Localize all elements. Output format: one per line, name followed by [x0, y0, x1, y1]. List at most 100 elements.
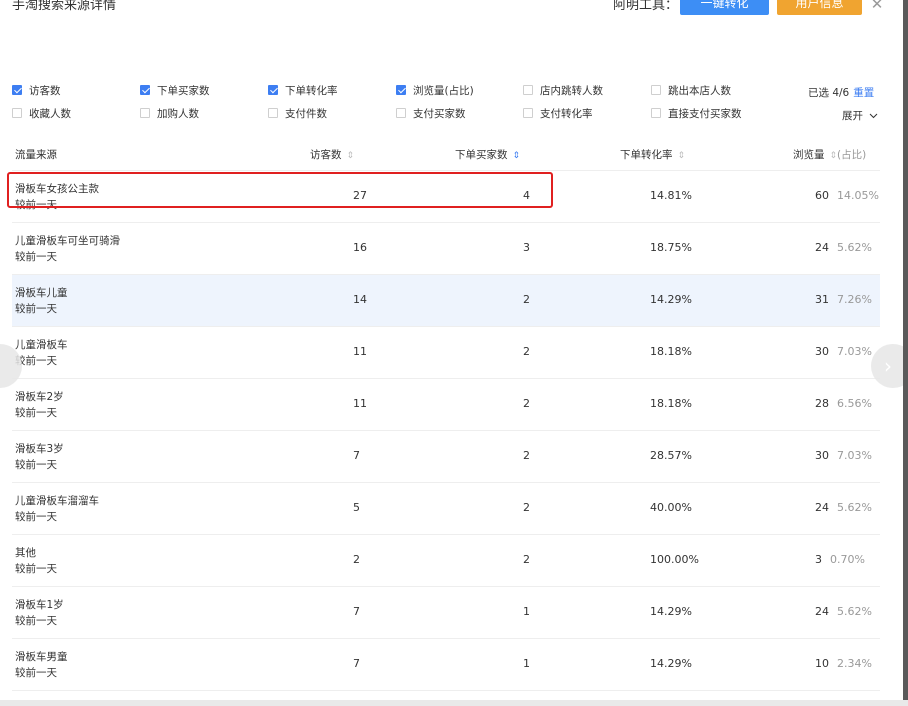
filter-pay-rate[interactable]: 支付转化率	[523, 106, 593, 120]
table-row[interactable]: 儿童滑板车 较前一天 11 2 18.18% 30 7.03%	[12, 327, 880, 379]
col-source: 流量来源	[15, 149, 57, 161]
views-value: 3	[815, 553, 822, 566]
convert-button[interactable]: 一键转化	[680, 0, 769, 15]
window-edge-bottom	[0, 700, 908, 706]
source-cell: 滑板车3岁 较前一天	[15, 441, 64, 473]
checkbox-icon	[396, 108, 406, 118]
filter-paid-buyers[interactable]: 支付买家数	[396, 106, 466, 120]
table-row[interactable]: 滑板车男童 较前一天 7 1 14.29% 10 2.34%	[12, 639, 880, 691]
col-label: 访客数	[310, 149, 342, 161]
checkbox-icon	[523, 108, 533, 118]
filter-label: 加购人数	[157, 107, 199, 120]
table-row[interactable]: 儿童滑板车可坐可骑滑 较前一天 16 3 18.75% 24 5.62%	[12, 223, 880, 275]
views-cell: 24 5.62%	[815, 241, 872, 254]
checkbox-icon	[140, 85, 150, 95]
checkbox-icon	[12, 85, 22, 95]
col-order-rate[interactable]: 下单转化率 ⇕	[620, 147, 685, 162]
filter-add-cart[interactable]: 加购人数	[140, 106, 199, 120]
filter-visitors[interactable]: 访客数	[12, 83, 61, 97]
views-value: 60	[815, 189, 829, 202]
views-cell: 3 0.70%	[815, 553, 865, 566]
views-cell: 24 5.62%	[815, 605, 872, 618]
filter-order-buyers[interactable]: 下单买家数	[140, 83, 210, 97]
views-value: 24	[815, 241, 829, 254]
col-page-views[interactable]: 浏览量 ⇕(占比)	[793, 147, 866, 162]
expand-label: 展开	[842, 110, 863, 122]
filter-label: 下单转化率	[285, 84, 338, 97]
views-value: 28	[815, 397, 829, 410]
visitors-value: 14	[353, 293, 367, 306]
table-row[interactable]: 滑板车2岁 较前一天 11 2 18.18% 28 6.56%	[12, 379, 880, 431]
share-value: 2.34%	[837, 657, 872, 670]
buyers-value: 2	[523, 553, 530, 566]
views-cell: 28 6.56%	[815, 397, 872, 410]
table-row[interactable]: 滑板车儿童 较前一天 14 2 14.29% 31 7.26%	[12, 275, 880, 327]
views-value: 24	[815, 605, 829, 618]
filter-order-rate[interactable]: 下单转化率	[268, 83, 338, 97]
buyers-value: 2	[523, 293, 530, 306]
views-value: 30	[815, 449, 829, 462]
filter-direct-paid-buyers[interactable]: 直接支付买家数	[651, 106, 742, 120]
expand-toggle[interactable]: 展开	[842, 108, 878, 123]
views-cell: 24 5.62%	[815, 501, 872, 514]
filter-favorites[interactable]: 收藏人数	[12, 106, 71, 120]
visitors-value: 7	[353, 605, 360, 618]
table-body: 滑板车女孩公主款 较前一天 27 4 14.81% 60 14.05% 儿童滑板车可坐可骑滑较…	[12, 171, 880, 691]
source-name: 滑板车儿童	[15, 287, 68, 299]
page-title: 手淘搜索来源详情	[12, 0, 117, 13]
user-info-button[interactable]: 用户信息	[777, 0, 862, 15]
views-cell: 60 14.05%	[815, 189, 879, 202]
sort-icon[interactable]: ⇕	[347, 151, 355, 161]
checkbox-icon	[268, 108, 278, 118]
compare-label: 较前一天	[15, 303, 57, 315]
views-cell: 10 2.34%	[815, 657, 872, 670]
share-value: 7.26%	[837, 293, 872, 306]
table-row[interactable]: 儿童滑板车溜溜车 较前一天 5 2 40.00% 24 5.62%	[12, 483, 880, 535]
table-row[interactable]: 滑板车3岁 较前一天 7 2 28.57% 30 7.03%	[12, 431, 880, 483]
selected-count: 已选 4/6 重置	[808, 85, 874, 100]
col-visitors[interactable]: 访客数 ⇕	[310, 147, 354, 162]
share-value: 14.05%	[837, 189, 879, 202]
share-value: 5.62%	[837, 605, 872, 618]
rate-value: 14.29%	[650, 605, 692, 618]
filter-paid-items[interactable]: 支付件数	[268, 106, 327, 120]
table-row[interactable]: 其他 较前一天 2 2 100.00% 3 0.70%	[12, 535, 880, 587]
col-order-buyers[interactable]: 下单买家数 ⇕	[455, 147, 520, 162]
sort-icon[interactable]: ⇕	[678, 151, 686, 161]
table-row[interactable]: 滑板车1岁 较前一天 7 1 14.29% 24 5.62%	[12, 587, 880, 639]
tool-label: 阿明工具：	[613, 0, 679, 13]
views-cell: 30 7.03%	[815, 449, 872, 462]
col-label: 浏览量	[793, 149, 825, 161]
rate-value: 18.75%	[650, 241, 692, 254]
checkbox-icon	[651, 108, 661, 118]
filter-label: 店内跳转人数	[540, 84, 603, 97]
compare-label: 较前一天	[15, 667, 57, 679]
source-cell: 滑板车男童 较前一天	[15, 649, 68, 681]
filter-page-views[interactable]: 浏览量(占比)	[396, 83, 474, 97]
checkbox-icon	[140, 108, 150, 118]
source-name: 滑板车2岁	[15, 391, 64, 403]
sort-icon[interactable]: ⇕	[513, 151, 521, 161]
views-value: 24	[815, 501, 829, 514]
reset-link[interactable]: 重置	[853, 87, 874, 99]
checkbox-icon	[268, 85, 278, 95]
visitors-value: 7	[353, 449, 360, 462]
views-cell: 31 7.26%	[815, 293, 872, 306]
rate-value: 100.00%	[650, 553, 699, 566]
source-name: 儿童滑板车可坐可骑滑	[15, 235, 120, 247]
compare-label: 较前一天	[15, 615, 57, 627]
source-cell: 儿童滑板车溜溜车 较前一天	[15, 493, 99, 525]
filter-label: 下单买家数	[157, 84, 210, 97]
rate-value: 18.18%	[650, 345, 692, 358]
col-share-label: (占比)	[837, 149, 867, 161]
source-name: 儿童滑板车溜溜车	[15, 495, 99, 507]
window-edge	[903, 0, 908, 706]
source-cell: 滑板车1岁 较前一天	[15, 597, 64, 629]
filter-bounce[interactable]: 跳出本店人数	[651, 83, 731, 97]
filter-in-store-jump[interactable]: 店内跳转人数	[523, 83, 603, 97]
visitors-value: 16	[353, 241, 367, 254]
close-icon[interactable]: ✕	[869, 0, 885, 12]
views-cell: 30 7.03%	[815, 345, 872, 358]
col-label: 下单转化率	[620, 149, 673, 161]
sort-icon[interactable]: ⇕	[830, 151, 838, 161]
